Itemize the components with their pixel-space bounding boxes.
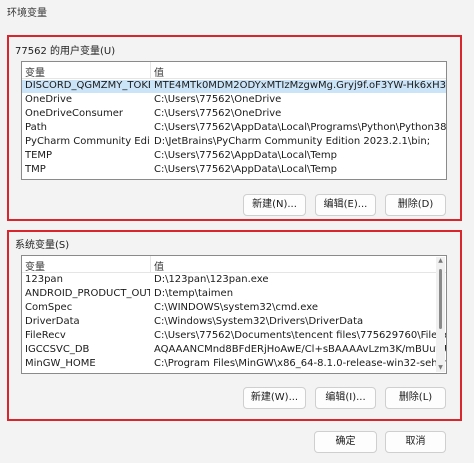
variable-name-cell: OneDriveConsumer xyxy=(25,108,124,119)
system-list-scrollbar[interactable]: ▲ ▼ xyxy=(436,257,445,372)
variable-value-cell: AQAAANCMnd8BFdERjHoAwE/Cl+sBAAAAvLzm3K/m… xyxy=(154,344,446,355)
variable-name-cell: TEMP xyxy=(25,150,53,161)
user-variables-list[interactable]: 变量 值 DISCORD_QGMZMY_TOKEN MTE4MTk0MDM2ODY… xyxy=(21,61,447,180)
user-delete-button[interactable]: 删除(D) xyxy=(385,194,446,216)
table-row[interactable]: NUMBER_OF_PROCESSORS 20 xyxy=(22,372,446,373)
table-row[interactable]: ANDROID_PRODUCT_OUT D:\temp\taimen xyxy=(22,288,446,301)
variable-value-cell: MTE4MTk0MDM2ODYxMTIzMzgwMg.Gryj9f.oF3YW-… xyxy=(154,80,446,91)
cancel-button[interactable]: 取消 xyxy=(385,431,446,453)
variable-value-cell: D:\temp\taimen xyxy=(154,288,234,299)
column-header-variable[interactable]: 变量 xyxy=(25,258,45,273)
variable-name-cell: MinGW_HOME xyxy=(25,358,96,369)
system-edit-button[interactable]: 编辑(I)... xyxy=(315,387,376,409)
variable-name-cell: FileRecv xyxy=(25,330,66,341)
variable-name-cell: ComSpec xyxy=(25,302,73,313)
variable-value-cell: C:\Windows\System32\Drivers\DriverData xyxy=(154,316,364,327)
ok-button[interactable]: 确定 xyxy=(314,431,377,453)
table-row[interactable]: OneDrive C:\Users\77562\OneDrive xyxy=(22,94,446,107)
table-row[interactable]: 123pan D:\123pan\123pan.exe xyxy=(22,274,446,287)
variable-value-cell: C:\Users\77562\AppData\Local\Temp xyxy=(154,150,337,161)
column-header-value[interactable]: 值 xyxy=(154,64,164,79)
variable-value-cell: C:\Users\77562\OneDrive xyxy=(154,94,282,105)
variable-name-cell: 123pan xyxy=(25,274,63,285)
user-list-header: 变量 值 xyxy=(22,62,446,79)
variable-value-cell: D:\123pan\123pan.exe xyxy=(154,274,269,285)
variable-value-cell: D:\JetBrains\PyCharm Community Edition 2… xyxy=(154,136,431,147)
column-header-variable[interactable]: 变量 xyxy=(25,64,45,79)
table-row[interactable]: Path C:\Users\77562\AppData\Local\Program… xyxy=(22,122,446,135)
system-new-button[interactable]: 新建(W)... xyxy=(243,387,306,409)
column-header-value[interactable]: 值 xyxy=(154,258,164,273)
window-title: 环境变量 xyxy=(7,8,47,19)
variable-value-cell: 20 xyxy=(154,372,167,373)
variable-value-cell: C:\Users\77562\Documents\tencent files\7… xyxy=(154,330,446,341)
variable-value-cell: C:\Users\77562\OneDrive xyxy=(154,108,282,119)
system-variables-list[interactable]: 变量 值 123pan D:\123pan\123pan.exe ANDROID_P… xyxy=(21,255,447,374)
variable-name-cell: TMP xyxy=(25,164,46,175)
table-row[interactable]: TEMP C:\Users\77562\AppData\Local\Temp xyxy=(22,150,446,163)
scroll-up-icon[interactable]: ▲ xyxy=(437,257,444,265)
table-row[interactable]: OneDriveConsumer C:\Users\77562\OneDrive xyxy=(22,108,446,121)
variable-name-cell: IGCCSVC_DB xyxy=(25,344,90,355)
title-bar: 环境变量 xyxy=(0,0,474,26)
scroll-down-icon[interactable]: ▼ xyxy=(437,364,444,372)
table-row[interactable]: MinGW_HOME C:\Program Files\MinGW\x86_64-… xyxy=(22,358,446,371)
variable-value-cell: C:\WINDOWS\system32\cmd.exe xyxy=(154,302,318,313)
table-row[interactable]: IGCCSVC_DB AQAAANCMnd8BFdERjHoAwE/Cl+sBAA… xyxy=(22,344,446,357)
system-delete-button[interactable]: 删除(L) xyxy=(385,387,446,409)
table-row[interactable]: DriverData C:\Windows\System32\Drivers\Dr… xyxy=(22,316,446,329)
table-row[interactable]: FileRecv C:\Users\77562\Documents\tencent… xyxy=(22,330,446,343)
variable-name-cell: DriverData xyxy=(25,316,80,327)
user-edit-button[interactable]: 编辑(E)... xyxy=(315,194,376,216)
variable-value-cell: C:\Users\77562\AppData\Local\Temp xyxy=(154,164,337,175)
scrollbar-thumb[interactable] xyxy=(439,269,442,329)
table-row[interactable]: TMP C:\Users\77562\AppData\Local\Temp xyxy=(22,164,446,177)
variable-value-cell: C:\Users\77562\AppData\Local\Programs\Py… xyxy=(154,122,446,133)
variable-name-cell: DISCORD_QGMZMY_TOKEN xyxy=(25,80,150,91)
variable-name-cell: Path xyxy=(25,122,47,133)
variable-name-cell: NUMBER_OF_PROCESSORS xyxy=(25,372,150,373)
variable-name-cell: ANDROID_PRODUCT_OUT xyxy=(25,288,150,299)
system-group-label: 系统变量(S) xyxy=(15,240,70,251)
variable-name-cell: PyCharm Community Edition xyxy=(25,136,150,147)
table-row[interactable]: DISCORD_QGMZMY_TOKEN MTE4MTk0MDM2ODYxMTIz… xyxy=(22,80,446,93)
system-list-header: 变量 值 xyxy=(22,256,446,273)
table-row[interactable]: PyCharm Community Edition D:\JetBrains\Py… xyxy=(22,136,446,149)
user-new-button[interactable]: 新建(N)... xyxy=(243,194,306,216)
variable-name-cell: OneDrive xyxy=(25,94,73,105)
user-group-label: 77562 的用户变量(U) xyxy=(15,46,116,57)
variable-value-cell: C:\Program Files\MinGW\x86_64-8.1.0-rele… xyxy=(154,358,446,369)
table-row[interactable]: ComSpec C:\WINDOWS\system32\cmd.exe xyxy=(22,302,446,315)
